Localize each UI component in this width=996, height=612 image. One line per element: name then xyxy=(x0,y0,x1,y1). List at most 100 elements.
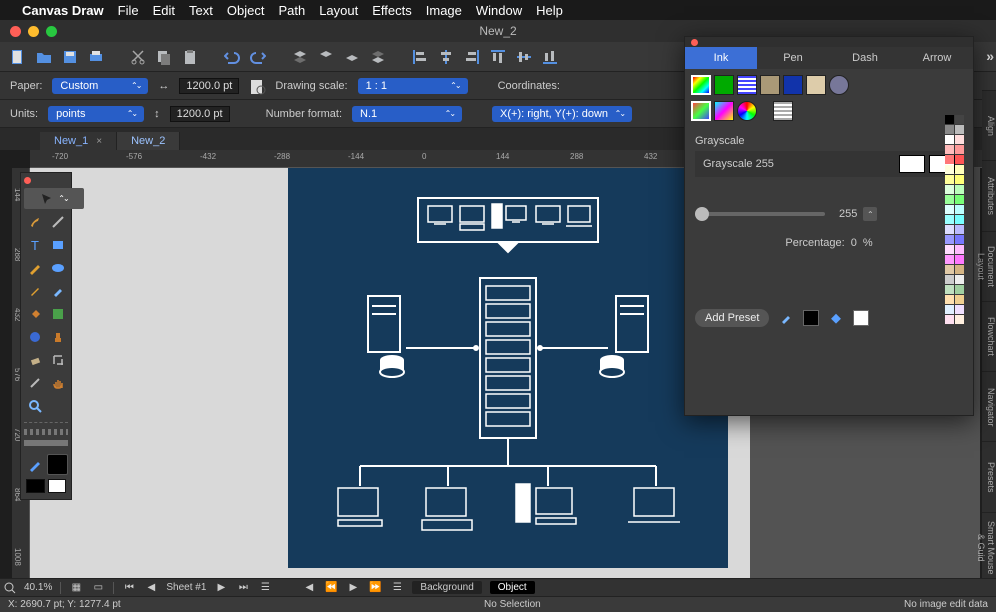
align-left-button[interactable] xyxy=(410,48,430,66)
color-swatch[interactable] xyxy=(955,285,964,294)
prev-sheet-button[interactable]: ◀ xyxy=(144,581,158,595)
cut-button[interactable] xyxy=(128,48,148,66)
color-swatch[interactable] xyxy=(945,135,954,144)
color-swatch[interactable] xyxy=(955,215,964,224)
color-swatch[interactable] xyxy=(955,155,964,164)
color-swatch[interactable] xyxy=(955,195,964,204)
menu-effects[interactable]: Effects xyxy=(372,3,412,18)
brush-tool[interactable] xyxy=(24,211,45,232)
ellipse-tool[interactable] xyxy=(47,257,68,278)
smudge-tool[interactable] xyxy=(24,326,45,347)
window-zoom-button[interactable] xyxy=(46,26,57,37)
copy-button[interactable] xyxy=(154,48,174,66)
paper-select[interactable]: Custom xyxy=(52,78,148,94)
ink-tab-arrow[interactable]: Arrow xyxy=(901,47,973,69)
layer-backward-button[interactable] xyxy=(342,48,362,66)
sidetab-document-layout[interactable]: Document Layout xyxy=(982,231,996,301)
crop-tool[interactable] xyxy=(47,349,68,370)
ink-type-gradient[interactable] xyxy=(714,75,734,95)
menu-window[interactable]: Window xyxy=(476,3,522,18)
new-doc-button[interactable] xyxy=(8,48,28,66)
text-tool[interactable]: T xyxy=(24,234,45,255)
toolbar-overflow-button[interactable]: » xyxy=(986,48,994,64)
layer-forward-button[interactable] xyxy=(316,48,336,66)
height-field[interactable]: 1200.0 pt xyxy=(170,106,230,122)
add-preset-button[interactable]: Add Preset xyxy=(695,309,769,327)
color-swatch[interactable] xyxy=(955,225,964,234)
fit-width-button[interactable]: ▭ xyxy=(91,581,105,595)
next-sheet-button[interactable]: ▶ xyxy=(214,581,228,595)
fill-tool[interactable] xyxy=(24,303,45,324)
layer-menu-button[interactable]: ☰ xyxy=(390,581,404,595)
zoom-level[interactable]: 40.1% xyxy=(24,582,52,593)
stamp-tool[interactable] xyxy=(47,326,68,347)
color-swatch[interactable] xyxy=(945,255,954,264)
color-swatch[interactable] xyxy=(955,245,964,254)
eyedropper-tool[interactable] xyxy=(47,280,68,301)
diamond-icon[interactable] xyxy=(829,311,843,325)
stroke-style-solid[interactable] xyxy=(24,440,68,446)
ink-tab-ink[interactable]: Ink xyxy=(685,47,757,69)
color-swatch[interactable] xyxy=(945,285,954,294)
width-field[interactable]: 1200.0 pt xyxy=(179,78,239,94)
menu-text[interactable]: Text xyxy=(189,3,213,18)
open-button[interactable] xyxy=(34,48,54,66)
grayscale-slider[interactable] xyxy=(695,212,825,216)
sidetab-navigator[interactable]: Navigator xyxy=(982,371,996,441)
zoom-out-icon[interactable] xyxy=(4,582,16,594)
menu-help[interactable]: Help xyxy=(536,3,563,18)
color-swatch[interactable] xyxy=(955,145,964,154)
hand-tool[interactable] xyxy=(47,372,68,393)
layer-front-button[interactable] xyxy=(290,48,310,66)
prev-layer-button[interactable]: ◀ xyxy=(302,581,316,595)
color-swatch[interactable] xyxy=(945,245,954,254)
color-mode-rgb[interactable] xyxy=(691,101,711,121)
slider-stepper[interactable]: ⌃ xyxy=(863,207,877,221)
menu-image[interactable]: Image xyxy=(426,3,462,18)
sheet-name[interactable]: Sheet #1 xyxy=(166,582,206,593)
color-swatch[interactable] xyxy=(955,165,964,174)
document-tab-new-2[interactable]: New_2 xyxy=(117,132,180,150)
rectangle-tool[interactable] xyxy=(47,234,68,255)
last-sheet-button[interactable]: ⏭ xyxy=(236,581,250,595)
color-swatch[interactable] xyxy=(945,195,954,204)
color-mode-grayscale[interactable] xyxy=(773,101,793,121)
color-swatch[interactable] xyxy=(955,115,964,124)
color-swatch[interactable] xyxy=(955,175,964,184)
search-doc-icon[interactable] xyxy=(249,78,265,94)
menu-edit[interactable]: Edit xyxy=(153,3,175,18)
layer-tab-background[interactable]: Background xyxy=(412,581,481,594)
fit-page-button[interactable]: ▦ xyxy=(69,581,83,595)
paste-button[interactable] xyxy=(180,48,200,66)
window-minimize-button[interactable] xyxy=(28,26,39,37)
align-right-button[interactable] xyxy=(462,48,482,66)
ink-type-pattern[interactable] xyxy=(806,75,826,95)
color-swatch[interactable] xyxy=(945,265,954,274)
coord-system-select[interactable]: X(+): right, Y(+): down xyxy=(492,106,632,122)
color-swatch[interactable] xyxy=(945,305,954,314)
color-swatch[interactable] xyxy=(955,255,964,264)
zoom-tool[interactable] xyxy=(24,395,45,416)
sidetab-attributes[interactable]: Attributes xyxy=(982,160,996,230)
gradient-tool[interactable] xyxy=(47,303,68,324)
menu-layout[interactable]: Layout xyxy=(319,3,358,18)
knife-tool[interactable] xyxy=(24,372,45,393)
color-swatch[interactable] xyxy=(945,165,954,174)
sidetab-presets[interactable]: Presets xyxy=(982,441,996,511)
stroke-style-dashed[interactable] xyxy=(24,429,68,435)
next-layer-button[interactable]: ▶ xyxy=(346,581,360,595)
color-swatch[interactable] xyxy=(945,175,954,184)
number-format-select[interactable]: N.1 xyxy=(352,106,462,122)
ink-type-none[interactable] xyxy=(829,75,849,95)
ink-type-symbol[interactable] xyxy=(783,75,803,95)
color-swatch[interactable] xyxy=(955,205,964,214)
fg-swatch[interactable] xyxy=(899,155,925,173)
first-sheet-button[interactable]: ⏮ xyxy=(122,581,136,595)
sidetab-flowchart[interactable]: Flowchart xyxy=(982,301,996,371)
next-layer-fast-button[interactable]: ⏩ xyxy=(368,581,382,595)
menu-object[interactable]: Object xyxy=(227,3,265,18)
color-swatch[interactable] xyxy=(945,115,954,124)
ink-type-hatch[interactable] xyxy=(737,75,757,95)
selection-tool[interactable] xyxy=(24,188,84,209)
undo-button[interactable] xyxy=(222,48,242,66)
